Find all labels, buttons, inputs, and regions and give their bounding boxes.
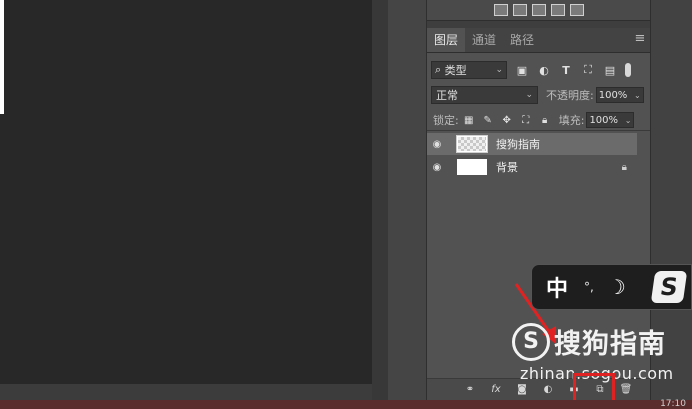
lock-artboard-icon[interactable]: ⛶	[520, 114, 532, 126]
panel-gap	[372, 0, 388, 400]
opacity-value: 100%	[598, 89, 628, 101]
delete-layer-icon[interactable]: 🗑︎	[619, 383, 633, 397]
fx-icon[interactable]: fx	[489, 383, 503, 397]
layer-name: 搜狗指南	[496, 138, 540, 151]
moon-icon[interactable]: ☽	[608, 275, 626, 299]
fill-label: 填充:	[558, 114, 585, 127]
eye-icon[interactable]: ◉	[427, 139, 447, 150]
chevron-down-icon: ⌄	[634, 90, 641, 100]
ime-punct[interactable]: °,	[584, 280, 594, 294]
lock-row: 锁定: ▦ ✎ ✥ ⛶ 🔒︎ 填充: 100% ⌄	[427, 110, 650, 131]
tool-icon-4[interactable]	[550, 4, 565, 16]
blend-mode-select[interactable]: 正常 ⌄	[431, 86, 538, 104]
layer-name: 背景	[496, 161, 518, 174]
filter-kind-select[interactable]: ⌕ 类型 ⌄	[431, 61, 507, 79]
ime-mode[interactable]: 中	[546, 271, 568, 303]
shape-filter-icon[interactable]: ⛶	[581, 63, 595, 77]
layer-thumbnail	[457, 159, 487, 175]
tool-icon-2[interactable]	[512, 4, 527, 16]
ime-toolbar[interactable]: 中 °, ☽ S	[531, 264, 692, 310]
lock-position-icon[interactable]: ✥	[501, 114, 513, 126]
chevron-down-icon: ⌄	[525, 90, 533, 100]
chevron-down-icon: ⌄	[495, 65, 503, 75]
tool-icon-3[interactable]	[531, 4, 546, 16]
type-filter-icon[interactable]: T	[559, 63, 573, 77]
lock-label: 锁定:	[433, 114, 459, 127]
tab-channels[interactable]: 通道	[465, 28, 503, 52]
filter-row: ⌕ 类型 ⌄ ▣ ◐ T ⛶ ▤	[427, 59, 650, 81]
lock-transparent-icon[interactable]: ▦	[463, 114, 475, 126]
lock-image-icon[interactable]: ✎	[482, 114, 494, 126]
opacity-field[interactable]: 100% ⌄	[595, 87, 644, 103]
search-icon: ⌕	[435, 63, 442, 76]
document-canvas[interactable]	[0, 0, 372, 384]
watermark-logo-icon: S	[512, 322, 550, 361]
fill-value: 100%	[589, 114, 619, 126]
blend-mode-value: 正常	[436, 89, 458, 102]
image-filter-icon[interactable]: ▣	[515, 63, 529, 77]
chevron-down-icon: ⌄	[624, 115, 632, 125]
status-text: 17:10	[660, 399, 686, 409]
tab-layers[interactable]: 图层	[427, 28, 466, 52]
smart-object-filter-icon[interactable]: ▤	[603, 63, 617, 77]
sogou-logo-icon[interactable]: S	[650, 271, 688, 303]
watermark-title: 搜狗指南	[554, 329, 666, 360]
lock-icon: 🔒︎	[621, 161, 627, 173]
layer-row[interactable]: ◉ 搜狗指南	[427, 133, 637, 155]
layer-thumbnail	[456, 135, 488, 153]
document-edge	[0, 0, 4, 114]
tool-icon-5[interactable]	[569, 4, 584, 16]
adjustment-filter-icon[interactable]: ◐	[537, 63, 551, 77]
eye-icon[interactable]: ◉	[427, 162, 447, 173]
status-bar: 17:10	[0, 400, 692, 409]
tab-paths[interactable]: 路径	[503, 28, 541, 52]
panel-tabs: 图层 通道 路径 ≡	[427, 28, 650, 53]
panel-separator	[427, 21, 650, 28]
adjustment-layer-icon[interactable]: ◐	[541, 383, 555, 397]
filter-kind-label: 类型	[444, 64, 467, 77]
blend-row: 正常 ⌄ 不透明度: 100% ⌄	[427, 85, 650, 105]
tool-icon-1[interactable]	[493, 4, 508, 16]
link-layers-icon[interactable]: ⚭	[463, 383, 477, 397]
filter-toggle[interactable]	[625, 63, 631, 77]
add-mask-icon[interactable]: ◙	[515, 383, 529, 397]
watermark: S 搜狗指南	[512, 322, 666, 361]
fill-field[interactable]: 100% ⌄	[586, 112, 635, 128]
collapsed-panel-dock	[388, 0, 427, 400]
opacity-label: 不透明度:	[546, 89, 594, 102]
lock-all-icon[interactable]: 🔒︎	[539, 114, 551, 126]
panel-menu-icon[interactable]: ≡	[630, 28, 650, 52]
top-tool-row	[427, 0, 650, 21]
layer-row[interactable]: ◉ 背景 🔒︎	[427, 156, 637, 178]
